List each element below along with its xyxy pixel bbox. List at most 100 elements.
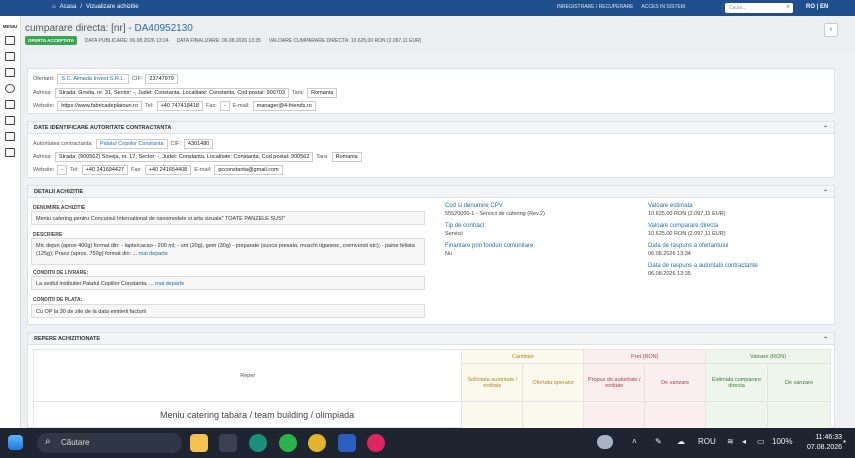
notification-icon[interactable]: ▪ [843,437,846,446]
collapse-icon[interactable]: ⌃ [823,189,828,196]
taskbar-search[interactable]: ⌕ Căutare [37,433,182,453]
page-title: cumparare directa: [nr] - DA40952130 [25,23,193,34]
wifi-icon[interactable]: ≋ [727,437,734,446]
authority-name[interactable]: Palatul Copiilor Constanta [95,139,168,149]
task-view-icon[interactable] [219,434,237,452]
estimated-value: 10.625,00 RON (2.097,11 EUR) [648,211,726,217]
plata-label: CONDITII DE PLATA: [33,297,83,303]
title-prefix: cumparare directa: [nr] - [25,23,135,34]
col-ofertata: Ofertata operator [522,363,585,402]
collapse-icon[interactable]: ⌃ [823,336,828,343]
input-language[interactable]: ROU [698,437,716,446]
purchase-value-label: Valoare cumparare directa [648,223,719,229]
whatsapp-icon[interactable] [279,434,297,452]
back-button[interactable]: ‹ [824,23,838,37]
group-cantitate: Cantitate [461,349,585,364]
details-heading[interactable]: DETALII ACHIZITIE ⌃ [28,186,834,198]
sidebar: MENIU [0,0,21,428]
contract-type-label: Tip de contract [445,223,485,229]
clock-date: 07.08.2026 [807,444,843,451]
authority-address-row: Adresa: Strada: (900562) Soveja, nr. 17,… [33,152,362,162]
pen-icon[interactable]: ✎ [655,437,662,446]
descriere-more-link[interactable]: mai departe [139,251,168,257]
contact-card-icon[interactable] [5,116,15,125]
ofertant-tel-label: Tel: [145,103,154,109]
login-link[interactable]: ACCES IN SISTEM [641,4,685,10]
menu-button[interactable]: MENIU [0,24,20,29]
ofertant-email-label: E-mail: [232,103,250,109]
media-player-icon[interactable] [367,434,385,452]
list-icon[interactable] [5,52,15,61]
finalize-date: DATA FINALIZARE: 06.08.2026 13:35 [176,37,261,44]
bidder-response-label: Data de raspuns a ofertantului [648,243,729,249]
title-id: DA40952130 [134,23,193,34]
word-icon[interactable] [338,434,356,452]
home-icon[interactable]: ⌂ [52,4,56,10]
authority-panel: DATE IDENTIFICARE AUTORITATE CONTRACTANT… [27,121,835,178]
language-switch[interactable]: RO | EN [806,4,828,10]
ofertant-address-row: Adresa: Strada: Grivita, nr. 31, Sector:… [33,88,338,98]
volume-icon[interactable]: ◂ [742,437,746,446]
estimated-value-label: Valoare estimata [648,203,693,209]
col-propus: Propus de autoritate / entitate [583,363,646,402]
ofertant-fax-label: Fax: [205,103,217,109]
items-heading[interactable]: REPERE ACHIZITIONATE ⌃ [28,333,834,345]
status-badge: OFERTA ACCEPTATA [25,36,77,45]
chevron-up-icon[interactable]: ˄ [632,437,637,446]
ofertant-country: Romania [307,88,338,98]
purchase-value: 10.625,00 RON (2.097,11 EUR) [648,231,726,237]
livrare-value: La sediul institutiei Palatul Copiilor C… [31,276,425,290]
authority-tel-label: Tel: [70,167,79,173]
file-explorer-icon[interactable] [190,434,208,452]
windows-start-icon[interactable] [8,435,23,450]
help-icon[interactable] [5,84,15,93]
table-icon[interactable] [5,132,15,141]
search-input[interactable]: Cauta... ⌕ [725,3,793,13]
ofertant-email: manager@4-friends.ro [252,101,316,111]
eu-funds-label: Finantare prin fonduri comunitare [445,243,534,249]
authority-country-label: Tara: [316,154,329,160]
authority-fax: +40 241654408 [144,165,192,175]
details-heading-text: DETALII ACHIZITIE [34,189,84,195]
account-links: INREGISTRARE / RECUPERARE ACCES IN SISTE… [557,4,685,10]
ofertant-contact-row: Website: https://www.fabricadeplatouri.r… [33,101,316,111]
document-icon[interactable] [5,36,15,45]
group-valoare: Valoare (RON) [705,349,831,364]
collapse-icon[interactable]: ⌃ [823,125,828,132]
ofertant-address-label: Adresa: [33,90,52,96]
ofertant-name[interactable]: S.C. Almada Invest S.R.L. [57,74,129,84]
clock[interactable]: 11:46:33 07.08.2026 [807,433,842,453]
battery-percent: 100% [772,437,793,446]
authority-heading-text: DATE IDENTIFICARE AUTORITATE CONTRACTANT… [34,125,172,131]
search-icon[interactable]: ⌕ [787,4,790,11]
cpv-value: 55520000-1 - Servicii de catering (Rev.2… [445,211,545,217]
authority-country: Romania [331,152,362,162]
authority-tel: +40 241694427 [81,165,129,175]
register-link[interactable]: INREGISTRARE / RECUPERARE [557,4,633,10]
authority-cif-label: CIF: [170,141,181,147]
cart-icon[interactable] [5,68,15,77]
authority-response-date: 06.08.2026 13:35 [648,271,691,277]
authority-website: - [57,165,68,175]
clock-time: 11:46:33 [815,434,843,441]
breadcrumb-home[interactable]: Acasa [60,4,77,10]
ofertant-website-label: Website: [33,103,55,109]
battery-icon[interactable]: ▭ [757,437,765,446]
file-icon[interactable] [5,100,15,109]
ofertant-website[interactable]: https://www.fabricadeplatouri.ro [57,101,143,111]
weather-icon[interactable] [597,435,613,449]
chrome-icon[interactable] [308,434,326,452]
edge-icon[interactable] [249,434,267,452]
cpv-label: Cod si denumire CPV [445,203,503,209]
livrare-more-link[interactable]: mai departe [155,281,184,287]
page-header: cumparare directa: [nr] - DA40952130 OFE… [21,20,855,54]
col-vanzare-valoare: De vanzare [767,363,831,402]
ofertant-tel: +40 747418418 [156,101,203,111]
ofertant-cif: 23747979 [145,74,178,84]
archive-icon[interactable] [5,148,15,157]
cloud-icon[interactable]: ☁ [677,437,685,446]
authority-heading[interactable]: DATE IDENTIFICARE AUTORITATE CONTRACTANT… [28,122,834,134]
authority-website-label: Website: [33,167,55,173]
search-placeholder: Cauta... [729,5,747,11]
taskbar-search-text: Căutare [61,438,90,447]
